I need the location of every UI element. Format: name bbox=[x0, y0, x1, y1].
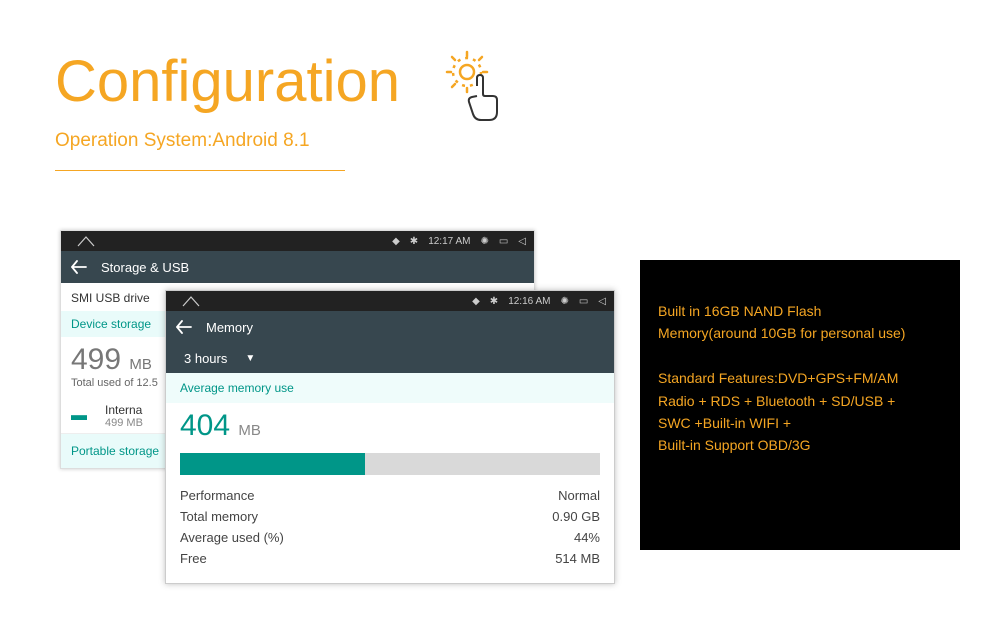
info-line: Built-in Support OBD/3G bbox=[658, 434, 942, 456]
info-line: SWC +Built-in WIFI + bbox=[658, 412, 942, 434]
nav-bar[interactable]: Storage & USB bbox=[61, 251, 534, 283]
back-arrow-icon[interactable] bbox=[71, 260, 87, 274]
recent-apps-icon: ▭ bbox=[499, 236, 508, 247]
stat-performance: Performance Normal bbox=[180, 485, 600, 506]
info-line: Radio + RDS + Bluetooth + SD/USB + bbox=[658, 390, 942, 412]
home-icon bbox=[77, 235, 95, 247]
internal-label: Interna bbox=[105, 403, 143, 417]
status-bar: ◆ ✱ 12:17 AM ✺ ▭ ◁ bbox=[61, 231, 534, 251]
info-line: Memory(around 10GB for personal use) bbox=[658, 322, 942, 344]
stat-total-memory: Total memory 0.90 GB bbox=[180, 506, 600, 527]
memory-stats: Performance Normal Total memory 0.90 GB … bbox=[166, 475, 614, 583]
brightness-icon: ✺ bbox=[480, 236, 488, 247]
location-icon: ◆ bbox=[472, 296, 480, 307]
gear-hand-icon bbox=[445, 50, 505, 130]
chevron-down-icon: ▼ bbox=[245, 353, 255, 364]
info-line: Standard Features:DVD+GPS+FM/AM bbox=[658, 367, 942, 389]
page-title: Configuration bbox=[55, 48, 400, 115]
dropdown-value: 3 hours bbox=[184, 351, 227, 366]
brightness-icon: ✺ bbox=[560, 296, 568, 307]
recent-apps-icon: ▭ bbox=[579, 296, 588, 307]
stat-free: Free 514 MB bbox=[180, 548, 600, 569]
divider bbox=[55, 170, 345, 171]
status-time: 12:17 AM bbox=[428, 236, 470, 247]
subtitle: Operation System:Android 8.1 bbox=[55, 130, 310, 152]
nav-title: Storage & USB bbox=[101, 260, 189, 275]
memory-usage-fill bbox=[180, 453, 365, 475]
storage-icon: ▬ bbox=[71, 407, 105, 425]
home-icon bbox=[182, 295, 200, 307]
back-arrow-icon[interactable] bbox=[176, 320, 192, 334]
time-range-dropdown[interactable]: 3 hours ▼ bbox=[166, 343, 614, 373]
back-icon: ◁ bbox=[598, 296, 606, 307]
status-time: 12:16 AM bbox=[508, 296, 550, 307]
memory-panel: ◆ ✱ 12:16 AM ✺ ▭ ◁ Memory 3 hours ▼ Aver… bbox=[165, 290, 615, 584]
nav-title: Memory bbox=[206, 320, 253, 335]
bluetooth-icon: ✱ bbox=[410, 236, 418, 247]
info-line: Built in 16GB NAND Flash bbox=[658, 300, 942, 322]
nav-bar[interactable]: Memory bbox=[166, 311, 614, 343]
memory-usage-bar bbox=[180, 453, 600, 475]
feature-info-box: Built in 16GB NAND Flash Memory(around 1… bbox=[640, 260, 960, 550]
stat-avg-used: Average used (%) 44% bbox=[180, 527, 600, 548]
internal-value: 499 MB bbox=[105, 417, 143, 429]
bluetooth-icon: ✱ bbox=[490, 296, 498, 307]
back-icon: ◁ bbox=[518, 236, 526, 247]
location-icon: ◆ bbox=[392, 236, 400, 247]
avg-memory-label: Average memory use bbox=[166, 373, 614, 403]
status-bar: ◆ ✱ 12:16 AM ✺ ▭ ◁ bbox=[166, 291, 614, 311]
memory-value: 404 MB bbox=[166, 403, 614, 453]
